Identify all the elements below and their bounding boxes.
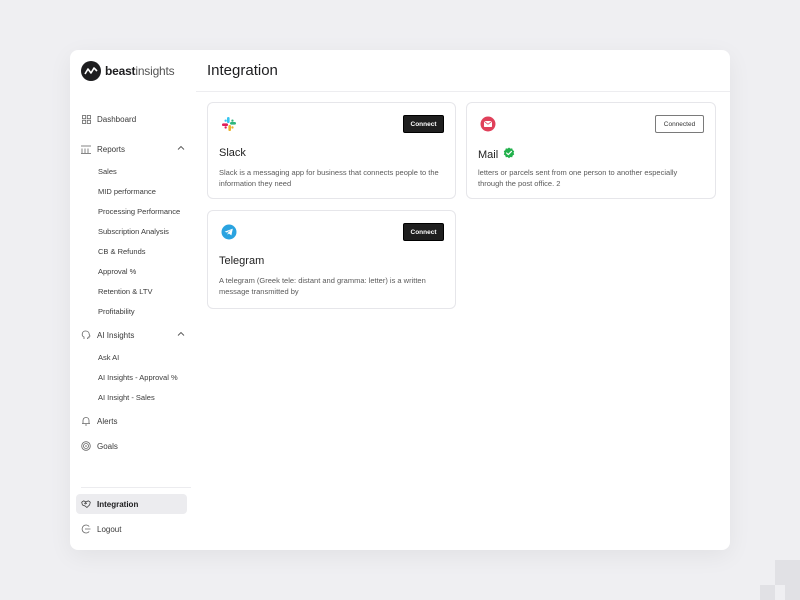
sidebar-subitem-retention-ltv[interactable]: Retention & LTV <box>98 286 152 298</box>
verified-check-icon <box>503 147 515 162</box>
sidebar-item-ai-insights[interactable]: AI Insights <box>81 327 185 343</box>
sidebar-divider <box>81 487 191 488</box>
integration-name: Telegram <box>219 255 264 267</box>
integration-card-mail: Connected Mail letters or parcels sent f… <box>466 102 716 199</box>
sidebar: beastinsights Dashboard Reports Sales MI… <box>70 50 196 550</box>
sidebar-item-label: Goals <box>97 441 118 451</box>
integration-card-telegram: Connect Telegram A telegram (Greek tele:… <box>207 210 456 309</box>
sidebar-subitem-ask-ai[interactable]: Ask AI <box>98 352 119 364</box>
chevron-up-icon[interactable] <box>177 144 185 154</box>
integration-name: Mail <box>478 147 515 162</box>
mail-icon <box>480 116 496 132</box>
page-header: Integration <box>196 50 730 92</box>
integration-description: A telegram (Greek tele: distant and gram… <box>219 276 426 296</box>
brand-logo[interactable]: beastinsights <box>81 61 175 81</box>
reports-icon <box>81 144 91 154</box>
integration-description: letters or parcels sent from one person … <box>478 168 678 188</box>
sidebar-subitem-mid-performance[interactable]: MID performance <box>98 186 156 198</box>
sidebar-subitem-sales[interactable]: Sales <box>98 166 117 178</box>
sidebar-item-label: Logout <box>97 524 122 534</box>
brand-name-light: insights <box>135 64 175 78</box>
sidebar-item-reports[interactable]: Reports <box>81 141 185 157</box>
logo-mark-icon <box>81 61 101 81</box>
mail-connected-button[interactable]: Connected <box>655 115 704 133</box>
sidebar-item-integration[interactable]: Integration <box>81 496 185 512</box>
logout-icon <box>81 524 91 534</box>
telegram-icon <box>221 224 237 240</box>
sidebar-item-label: Reports <box>97 144 126 154</box>
slack-icon <box>221 116 237 132</box>
page-title: Integration <box>207 62 278 79</box>
integration-card-slack: Connect Slack Slack is a messaging app f… <box>207 102 456 199</box>
sidebar-subitem-ai-insight-sales[interactable]: AI Insight - Sales <box>98 392 155 404</box>
integration-description: Slack is a messaging app for business th… <box>219 168 439 188</box>
sidebar-subitem-approval[interactable]: Approval % <box>98 266 136 278</box>
sidebar-item-dashboard[interactable]: Dashboard <box>81 111 185 127</box>
integration-name-text: Telegram <box>219 255 265 267</box>
target-icon <box>81 441 91 451</box>
sidebar-subitem-ai-insights-approval[interactable]: AI Insights - Approval % <box>98 372 178 384</box>
sidebar-item-alerts[interactable]: Alerts <box>81 413 185 429</box>
integration-name-text: Mail <box>478 148 499 161</box>
sidebar-item-logout[interactable]: Logout <box>81 521 185 537</box>
sidebar-subitem-subscription-analysis[interactable]: Subscription Analysis <box>98 226 169 238</box>
sidebar-subitem-processing-performance[interactable]: Processing Performance <box>98 206 180 218</box>
grid-icon <box>81 114 91 124</box>
chevron-up-icon[interactable] <box>177 330 185 340</box>
handshake-icon <box>81 499 91 509</box>
ai-brain-icon <box>81 330 91 340</box>
sidebar-item-goals[interactable]: Goals <box>81 438 185 454</box>
sidebar-item-label: AI Insights <box>97 330 135 340</box>
sidebar-subitem-profitability[interactable]: Profitability <box>98 306 135 318</box>
slack-connect-button[interactable]: Connect <box>403 115 444 133</box>
sidebar-subitem-cb-refunds[interactable]: CB & Refunds <box>98 246 146 258</box>
brand-name: beastinsights <box>105 64 175 78</box>
brand-name-bold: beast <box>105 64 136 78</box>
app-window: beastinsights Dashboard Reports Sales MI… <box>70 50 730 550</box>
sidebar-item-label: Alerts <box>97 416 118 426</box>
sidebar-item-label: Dashboard <box>97 114 137 124</box>
sidebar-item-label: Integration <box>97 499 139 509</box>
integration-name: Slack <box>219 147 246 159</box>
integration-name-text: Slack <box>219 147 246 159</box>
telegram-connect-button[interactable]: Connect <box>403 223 444 241</box>
bell-icon <box>81 416 91 426</box>
